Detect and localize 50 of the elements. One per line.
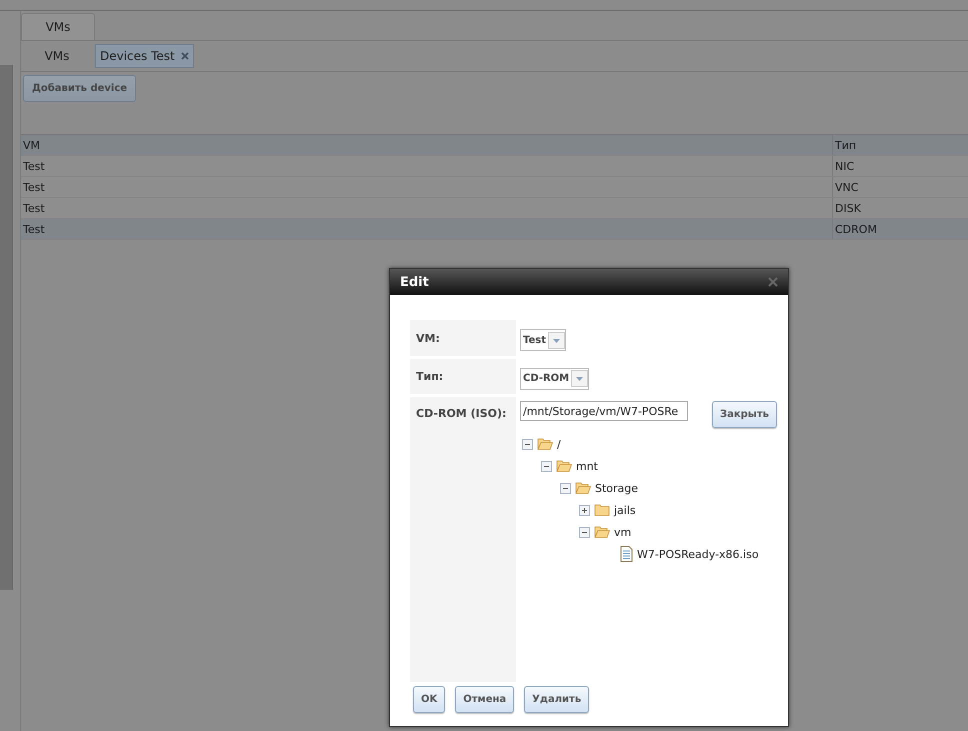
path-input-field[interactable]: /mnt/Storage/vm/W7-POSRe — [520, 401, 688, 421]
dropdown-caret-icon[interactable] — [548, 332, 566, 348]
add-device-button[interactable]: Добавить device — [23, 75, 136, 102]
field-label: CD-ROM (ISO): — [410, 397, 516, 682]
dropdown[interactable]: Test — [520, 329, 566, 351]
collapse-icon[interactable] — [541, 460, 552, 472]
table-cell: VNC — [832, 177, 968, 197]
document-icon — [620, 546, 633, 562]
table-cell: DISK — [832, 198, 968, 218]
expand-icon[interactable] — [579, 504, 590, 516]
folder-name[interactable]: Storage — [595, 482, 638, 494]
dialog-button[interactable]: OK — [413, 686, 446, 713]
table-cell: NIC — [832, 156, 968, 176]
column-header[interactable]: Тип — [832, 135, 968, 155]
tab[interactable]: VMs — [27, 44, 87, 68]
folder-name[interactable]: mnt — [576, 460, 598, 472]
table-cell-text: Test — [22, 158, 46, 174]
scrollbar[interactable] — [0, 65, 13, 590]
folder-name[interactable]: jails — [614, 504, 636, 516]
field-label: Тип: — [410, 359, 516, 394]
file-name[interactable]: W7-POSReady-x86.iso — [637, 548, 759, 560]
dropdown[interactable]: CD-ROM — [520, 368, 590, 390]
table-row[interactable]: Test VNC — [21, 177, 968, 198]
field-label: VM: — [410, 320, 516, 356]
collapse-icon[interactable] — [522, 438, 533, 450]
collapse-icon[interactable] — [579, 526, 590, 538]
table-row[interactable]: Test NIC — [21, 156, 968, 177]
close-icon[interactable] — [768, 277, 778, 287]
column-header[interactable]: VM — [21, 135, 832, 155]
close-browser-button[interactable]: Закрыть — [712, 401, 777, 428]
folder-icon — [594, 503, 610, 517]
open-folder-icon — [575, 481, 591, 495]
open-folder-icon — [594, 525, 610, 539]
collapse-icon[interactable] — [560, 482, 571, 494]
folder-name[interactable]: vm — [614, 526, 632, 538]
close-icon[interactable] — [180, 52, 189, 60]
folder-name[interactable]: / — [557, 438, 561, 450]
tab[interactable]: VMs — [21, 13, 95, 40]
table-cell-text: Test — [22, 222, 46, 238]
table-row[interactable]: Test CDROM — [21, 219, 968, 240]
table-cell-text: Test — [22, 200, 46, 216]
table-cell: CDROM — [832, 219, 968, 239]
open-folder-icon — [537, 437, 553, 451]
tab[interactable]: Devices Test — [95, 44, 194, 68]
dialog-title: Edit — [400, 274, 429, 290]
open-folder-icon — [556, 459, 572, 473]
table-cell-text: Test — [22, 180, 46, 196]
table-row[interactable]: Test DISK — [21, 198, 968, 219]
dialog-button[interactable]: Отмена — [455, 686, 514, 713]
dialog-button[interactable]: Удалить — [524, 686, 590, 713]
